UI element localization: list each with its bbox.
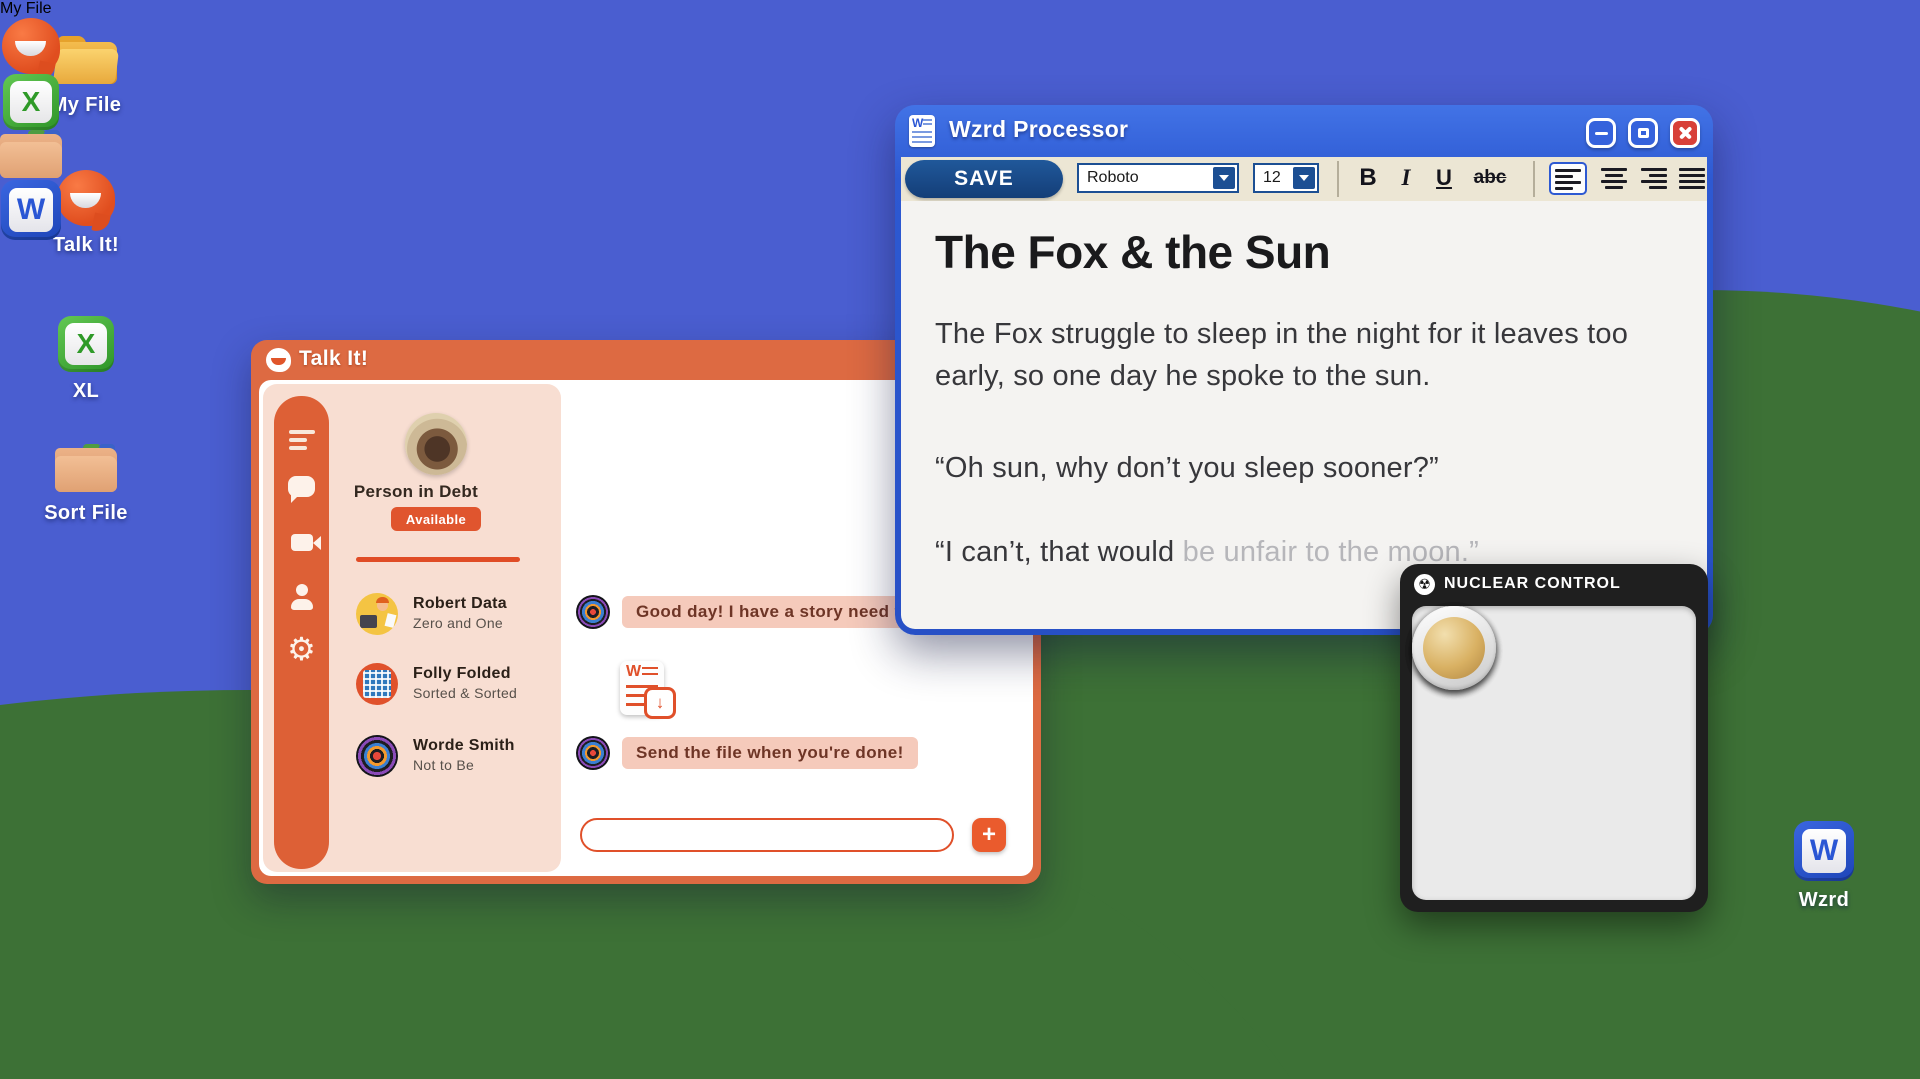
strikethrough-button[interactable]: abc [1465,162,1515,194]
desktop: My File Talk It! X XL Sort File W Wzrd T… [0,0,1920,1079]
wzrd-app-icon: W [1794,821,1854,881]
nuclear-control-titlebar[interactable]: ☢ NUCLEAR CONTROL [1400,564,1708,606]
toolbar-divider [1337,161,1339,197]
font-size-select[interactable]: 12 [1253,163,1319,193]
typed-text: “I can’t, that would [935,536,1183,568]
wzrd-window-title: Wzrd Processor [949,116,1128,143]
align-left-button[interactable] [1549,162,1587,195]
desktop-icon-sort-file[interactable]: Sort File [24,444,148,525]
chat-message: Send the file when you're done! [622,737,918,769]
chat-bubble-icon [2,18,60,74]
yellow-folder-icon [55,36,117,86]
contact-row-folly-folded[interactable]: Folly Folded Sorted & Sorted [263,663,561,719]
document-heading: The Fox & the Sun [935,225,1330,279]
nuclear-control-panel: ☢ NUCLEAR CONTROL [1400,564,1708,912]
contact-tagline: Zero and One [413,615,503,631]
download-icon[interactable]: ↓ [644,687,676,719]
contact-avatar [356,663,398,705]
radiation-icon: ☢ [1414,574,1435,595]
contact-tagline: Sorted & Sorted [413,685,517,701]
wzrd-processor-window: W Wzrd Processor SAVE Roboto 12 B I U ab… [895,105,1713,635]
minimize-button[interactable] [1586,118,1616,148]
profile-avatar [405,413,467,475]
profile-name: Person in Debt [267,482,565,502]
italic-button[interactable]: I [1393,162,1419,194]
wzrd-titlebar[interactable]: W Wzrd Processor [895,105,1713,157]
start-button[interactable]: My File [0,0,62,18]
tan-folder-icon [55,444,117,494]
taskbar-icon-wzrd[interactable]: W [0,180,62,240]
align-center-button[interactable] [1601,168,1627,189]
taskbar-icon-talk-it[interactable] [0,18,62,74]
document-paragraph: “Oh sun, why don’t you sleep sooner?” [935,447,1635,489]
desktop-icon-label: Sort File [24,502,148,525]
contact-avatar [356,735,398,777]
wzrd-app-icon: W [1,180,61,240]
talk-it-window-title: Talk It! [299,347,368,371]
font-family-select[interactable]: Roboto [1077,163,1239,193]
chevron-down-icon [1213,167,1235,189]
taskbar-icon-xl[interactable]: X [0,74,62,130]
align-left-icon [1555,169,1581,190]
desktop-icon-label: XL [24,380,148,403]
status-badge[interactable]: Available [391,507,481,531]
taskbar: My File X W [0,0,62,240]
desktop-icon-label: Wzrd [1762,889,1886,912]
maximize-button[interactable] [1628,118,1658,148]
contacts-divider [356,557,520,562]
gold-control-button[interactable] [1412,606,1496,690]
start-button-label: My File [0,0,62,18]
spreadsheet-icon: X [3,74,59,130]
align-right-button[interactable] [1641,168,1667,189]
menu-icon[interactable] [274,430,329,454]
nuclear-control-title: NUCLEAR CONTROL [1444,575,1621,593]
contact-name: Folly Folded [413,665,511,683]
wzrd-toolbar: SAVE Roboto 12 B I U abc [901,157,1707,202]
bold-button[interactable]: B [1351,162,1385,194]
contact-name: Robert Data [413,595,507,613]
add-attachment-button[interactable]: + [972,818,1006,852]
close-button[interactable] [1670,118,1700,148]
nuclear-control-body [1412,606,1696,900]
contact-tagline: Not to Be [413,757,474,773]
toolbar-divider [1533,161,1535,197]
contact-name: Worde Smith [413,737,515,755]
underline-button[interactable]: U [1429,162,1459,194]
document-paragraph: The Fox struggle to sleep in the night f… [935,313,1635,397]
contact-row-robert-data[interactable]: Robert Data Zero and One [263,593,561,649]
tan-folder-icon [0,130,62,180]
desktop-icon-xl[interactable]: X XL [24,316,148,403]
message-avatar [576,595,610,629]
chat-bubble-icon [57,170,115,226]
align-justify-button[interactable] [1679,168,1705,189]
contact-avatar [356,593,398,635]
file-attachment[interactable]: W ↓ [620,661,676,719]
talk-it-profile-panel: ⚙ Person in Debt Available Robert Data Z… [263,384,561,872]
taskbar-icon-sort-file[interactable] [0,130,62,180]
save-button[interactable]: SAVE [905,160,1063,198]
chat-message-input[interactable] [580,818,954,852]
message-avatar [576,736,610,770]
video-icon[interactable] [274,534,329,551]
chevron-down-icon [1293,167,1315,189]
spreadsheet-icon: X [58,316,114,372]
talk-it-titlebar-icon [266,348,291,372]
contact-row-worde-smith[interactable]: Worde Smith Not to Be [263,735,561,791]
document-app-icon: W [909,115,935,147]
desktop-icon-wzrd[interactable]: W Wzrd [1762,821,1886,912]
